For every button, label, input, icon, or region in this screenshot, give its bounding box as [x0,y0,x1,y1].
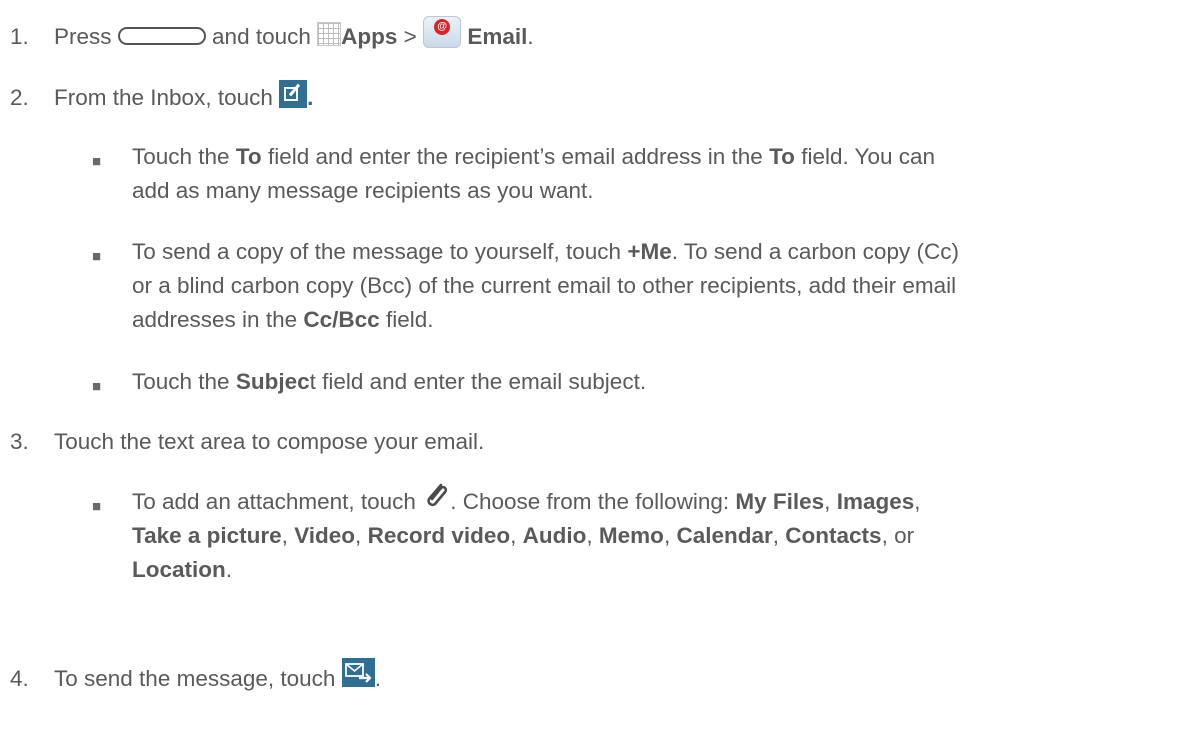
step-3-number: 3. [10,429,29,454]
bullet-cc-text: addresses in the [132,307,298,332]
bullet-marker: ■ [92,498,102,515]
option-memo: Memo [598,523,664,548]
option-audio: Audio [522,523,587,548]
email-label: Email [467,24,528,49]
bullet-subject-text: Touch the [132,369,230,394]
bullet-to-text: Touch the [132,144,230,169]
bullet-to-line-1: Touch the To field and enter the recipie… [132,140,935,173]
step-2-number: 2. [10,85,29,110]
comma: , [586,523,593,548]
home-key-icon [117,27,206,46]
bullet-cc-line-1: To send a copy of the message to yoursel… [132,235,959,268]
bullet-attach-period: . [225,557,233,582]
option-contacts: Contacts [785,523,882,548]
bullet-attach-text: To add an attachment, touch [132,489,416,514]
option-calendar: Calendar [676,523,773,548]
ccbcc-label: Cc/Bcc [303,307,380,332]
bullet-subject: Touch the Subject field and enter the em… [132,365,646,398]
apps-label: Apps [341,24,398,49]
option-images: Images [836,489,915,514]
step-4: To send the message, touch . [54,657,381,695]
comma: , [510,523,517,548]
step-2-period: . [307,85,314,110]
bullet-cc-text: field. [385,307,434,332]
comma: , [881,523,888,548]
step-1-number: 1. [10,24,29,49]
bullet-cc-text: . To send a carbon copy (Cc) [671,239,959,264]
to-label: To [235,144,262,169]
option-location: Location [132,557,226,582]
option-record-video: Record video [367,523,511,548]
step-4-number: 4. [10,666,29,691]
bullet-attach-line-3: Location. [132,553,232,586]
comma: , [824,489,831,514]
bullet-to-text: field and enter the recipient’s email ad… [267,144,763,169]
to-label: To [769,144,795,169]
bullet-attach-or: or [894,523,915,548]
subject-label: Subjec [235,369,310,394]
step-1-separator: > [403,24,417,49]
bullet-to-line-2: add as many message recipients as you wa… [132,178,594,203]
comma: , [355,523,362,548]
step-1-text-press: Press [54,24,112,49]
compose-icon [279,80,308,109]
step-3: Touch the text area to compose your emai… [54,429,485,454]
option-take-picture: Take a picture [132,523,282,548]
step-2-text: From the Inbox, touch [54,85,273,110]
bullet-marker: ■ [92,378,102,395]
apps-grid-icon [317,22,342,47]
comma: , [281,523,288,548]
bullet-marker: ■ [92,248,102,265]
me-label: +Me [627,239,672,264]
bullet-marker: ■ [92,153,102,170]
bullet-cc-line-2: or a blind carbon copy (Bcc) of the curr… [132,273,957,298]
bullet-to-text: field. You can [801,144,936,169]
option-my-files: My Files [735,489,825,514]
step-1-period: . [527,24,534,49]
step-4-period: . [374,666,381,691]
comma: , [772,523,780,548]
step-1: Press and touch Apps > Email. [54,16,534,54]
bullet-attach-line-2: Take a picture, Video, Record video, Aud… [132,519,914,552]
paperclip-icon [422,480,450,510]
bullet-attach-line-1: To add an attachment, touch . Choose fro… [132,483,921,518]
bullet-cc-line-3: addresses in the Cc/Bcc field. [132,303,433,336]
comma: , [914,489,921,514]
send-icon [341,657,375,687]
bullet-attach-text: . Choose from the following: [450,489,730,514]
step-4-text: To send the message, touch [54,666,336,691]
bullet-subject-text: t field and enter the email subject. [309,369,647,394]
step-2: From the Inbox, touch . [54,80,314,114]
step-1-text-touch: and touch [212,24,311,49]
option-video: Video [294,523,356,548]
bullet-cc-text: To send a copy of the message to yoursel… [132,239,622,264]
comma: , [663,523,671,548]
email-app-icon [423,16,462,49]
